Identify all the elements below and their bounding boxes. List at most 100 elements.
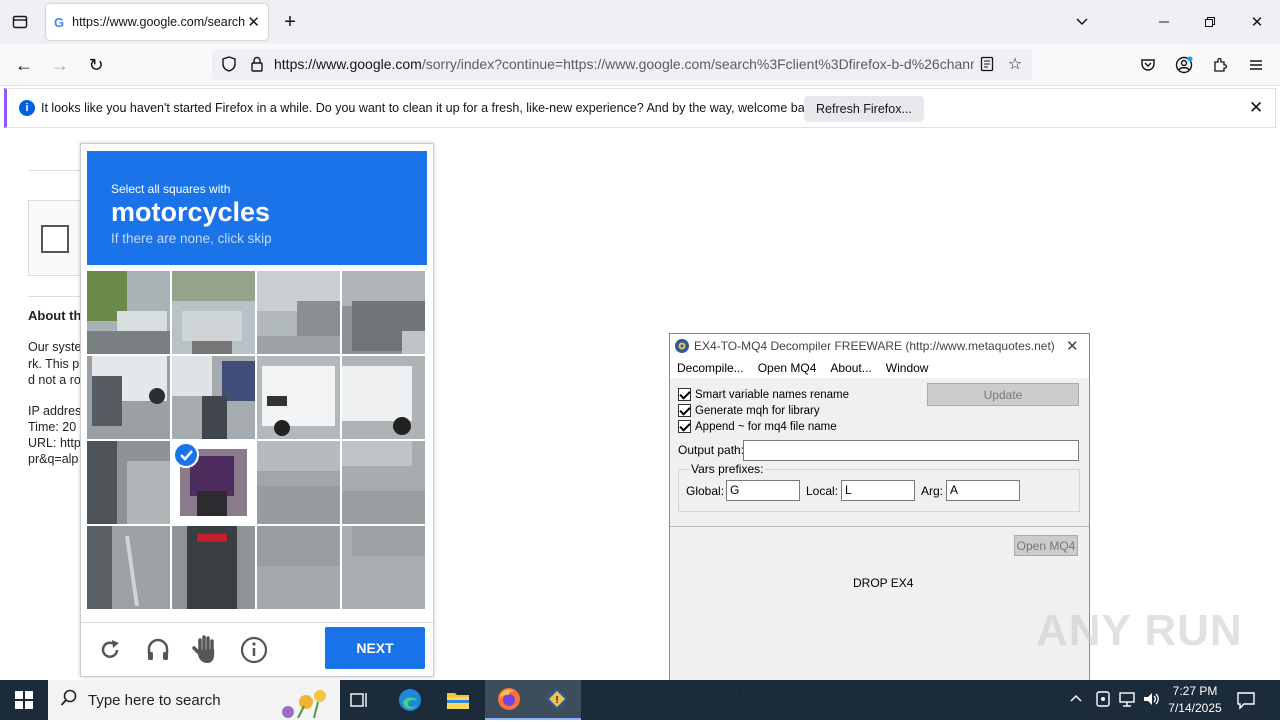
close-notification-icon[interactable]: ✕: [1249, 98, 1263, 118]
page-text: rk. This p: [28, 357, 80, 371]
challenge-target: motorcycles: [111, 197, 271, 227]
grid-tile-8[interactable]: [342, 356, 425, 439]
tray-app-icon[interactable]: [1094, 690, 1112, 713]
audio-challenge-icon[interactable]: [143, 635, 173, 665]
grid-tile-14[interactable]: [172, 526, 255, 609]
file-explorer-icon[interactable]: [434, 680, 482, 720]
navigation-toolbar: ← → ↻ https://www.google.com/sorry/index…: [0, 44, 1280, 86]
about-heading: About th: [28, 308, 82, 323]
windows-taskbar: Type here to search ! EX4-TO-MQ4 Decompi…: [0, 680, 1280, 720]
restore-icon[interactable]: [1198, 10, 1222, 34]
lock-icon[interactable]: [248, 55, 266, 73]
grid-tile-12[interactable]: [342, 441, 425, 524]
grid-tile-6[interactable]: [172, 356, 255, 439]
grid-tile-10-selected[interactable]: [172, 441, 255, 524]
network-icon[interactable]: [1118, 690, 1136, 713]
close-window-icon[interactable]: ✕: [1245, 10, 1269, 34]
clock-date: 7/14/2025: [1168, 701, 1222, 715]
list-tabs-chevron-icon[interactable]: [1070, 10, 1094, 34]
query-text: pr&q=alp: [28, 452, 79, 466]
update-button[interactable]: Update: [927, 383, 1079, 406]
info-circle-icon[interactable]: [239, 635, 269, 665]
back-icon[interactable]: ←: [12, 53, 36, 77]
svg-text:!: !: [555, 695, 558, 706]
close-tab-icon[interactable]: ✕: [247, 13, 260, 31]
notification-center-icon[interactable]: [1236, 690, 1256, 715]
arg-prefix-field[interactable]: A: [946, 480, 1020, 501]
system-clock[interactable]: 7:27 PM 7/14/2025: [1160, 683, 1230, 717]
pocket-icon[interactable]: [1136, 53, 1160, 77]
search-icon: [60, 689, 78, 711]
decompiler-statusbar: EX4-TO-MQ4 Decompiler FREEWARE 4.0.509.5: [672, 688, 912, 700]
grid-tile-11[interactable]: [257, 441, 340, 524]
drop-zone[interactable]: Open MQ4 DROP EX4: [670, 526, 1089, 681]
hand-help-icon[interactable]: [191, 635, 221, 665]
firefox-taskbar-icon[interactable]: [485, 680, 533, 720]
grid-tile-13[interactable]: [87, 526, 170, 609]
bookmark-star-icon[interactable]: ☆: [1006, 55, 1024, 73]
new-tab-icon[interactable]: +: [278, 10, 302, 34]
challenge-hint: If there are none, click skip: [111, 231, 272, 246]
menu-decompile[interactable]: Decompile...: [670, 358, 751, 378]
taskbar-search-box[interactable]: Type here to search: [48, 680, 340, 720]
minimize-icon[interactable]: [1152, 10, 1176, 34]
grid-tile-5[interactable]: [87, 356, 170, 439]
tracking-shield-icon[interactable]: [220, 55, 238, 73]
local-prefix-field[interactable]: L: [841, 480, 915, 501]
app-gear-icon: [674, 338, 690, 354]
ip-text: IP addres: [28, 404, 82, 418]
edge-icon[interactable]: [386, 680, 434, 720]
active-tab[interactable]: G https://www.google.com/search ✕: [46, 4, 268, 40]
decompiler-titlebar[interactable]: EX4-TO-MQ4 Decompiler FREEWARE (http://w…: [670, 334, 1089, 358]
info-icon: i: [19, 100, 35, 116]
append-tilde-checkbox[interactable]: Append ~ for mq4 file name: [678, 420, 837, 433]
global-prefix-field[interactable]: G: [726, 480, 800, 501]
vars-prefixes-group: Vars prefixes: Global: G Local: L Arg: A: [678, 462, 1080, 512]
open-mq4-button[interactable]: Open MQ4: [1014, 535, 1078, 556]
window-title: EX4-TO-MQ4 Decompiler FREEWARE (http://w…: [694, 339, 1055, 353]
forward-icon[interactable]: →: [48, 53, 72, 77]
volume-icon[interactable]: [1142, 690, 1160, 713]
reload-challenge-icon[interactable]: [95, 635, 125, 665]
firefox-view-icon[interactable]: [8, 10, 32, 34]
output-path-field[interactable]: [743, 440, 1079, 461]
grid-tile-7[interactable]: [257, 356, 340, 439]
grid-tile-3[interactable]: [257, 271, 340, 354]
page-text: Our syste: [28, 340, 82, 354]
next-button[interactable]: NEXT: [325, 627, 425, 669]
reader-view-icon[interactable]: [978, 55, 996, 73]
vars-prefixes-label: Vars prefixes:: [689, 462, 766, 476]
start-windows-icon[interactable]: [0, 680, 48, 720]
grid-tile-15[interactable]: [257, 526, 340, 609]
grid-tile-1[interactable]: [87, 271, 170, 354]
checkbox-checked-icon: [678, 388, 691, 401]
decompiler-taskbar-icon[interactable]: !: [533, 680, 581, 720]
menu-about[interactable]: About...: [823, 358, 878, 378]
tab-title: https://www.google.com/search: [72, 15, 246, 29]
app-menu-icon[interactable]: [1244, 53, 1268, 77]
refresh-firefox-button[interactable]: Refresh Firefox...: [804, 96, 924, 122]
close-window-icon[interactable]: ✕: [1066, 337, 1079, 355]
grid-tile-16[interactable]: [342, 526, 425, 609]
url-text[interactable]: https://www.google.com/sorry/index?conti…: [274, 56, 974, 72]
menu-open-mq4[interactable]: Open MQ4: [751, 358, 824, 378]
clock-time: 7:27 PM: [1172, 684, 1218, 698]
grid-tile-9[interactable]: [87, 441, 170, 524]
grid-tile-2[interactable]: [172, 271, 255, 354]
checkbox-checked-icon: [678, 420, 691, 433]
grid-tile-4[interactable]: [342, 271, 425, 354]
smart-rename-checkbox[interactable]: Smart variable names rename: [678, 388, 849, 401]
account-icon[interactable]: [1172, 53, 1196, 77]
menu-window[interactable]: Window: [879, 358, 936, 378]
show-hidden-icons-chevron-icon[interactable]: [1070, 692, 1082, 706]
generate-mqh-checkbox[interactable]: Generate mqh for library: [678, 404, 820, 417]
drop-ex4-label: DROP EX4: [853, 576, 914, 590]
extensions-icon[interactable]: [1208, 53, 1232, 77]
task-view-icon[interactable]: [336, 680, 384, 720]
decompiler-window: EX4-TO-MQ4 Decompiler FREEWARE (http://w…: [669, 333, 1090, 681]
reload-icon[interactable]: ↻: [84, 53, 108, 77]
global-label: Global:: [686, 484, 725, 498]
recaptcha-checkbox[interactable]: [41, 225, 69, 253]
page-text: d not a ro: [28, 373, 81, 387]
url-bar[interactable]: https://www.google.com/sorry/index?conti…: [212, 49, 1032, 80]
